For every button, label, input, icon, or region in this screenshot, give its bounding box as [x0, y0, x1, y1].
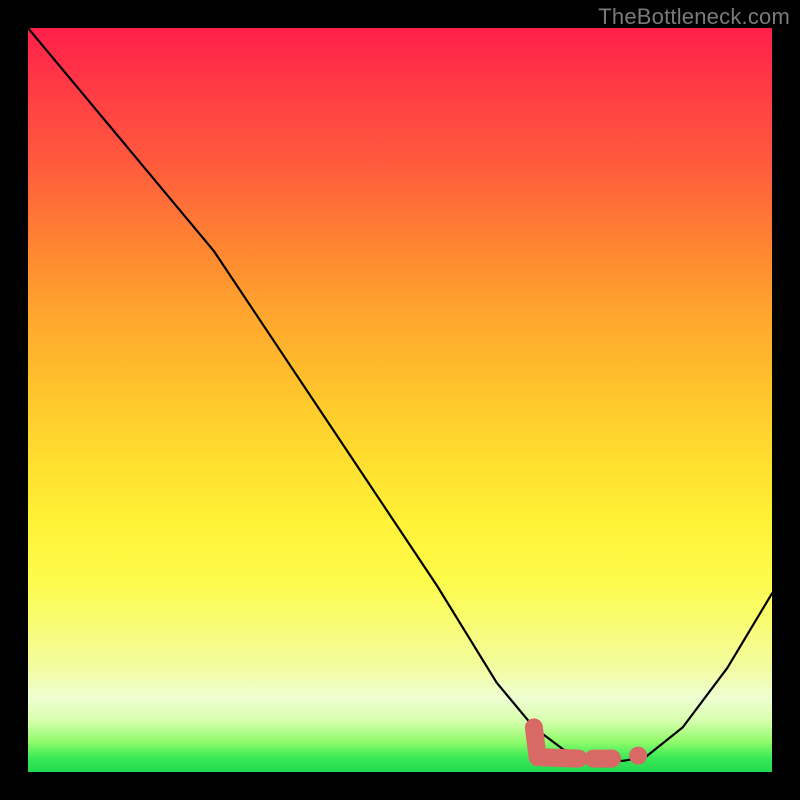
watermark-text: TheBottleneck.com: [598, 4, 790, 30]
valley-highlight-dot: [629, 747, 647, 765]
bottleneck-curve: [28, 28, 772, 761]
chart-frame: TheBottleneck.com: [0, 0, 800, 800]
plot-area: [28, 28, 772, 772]
curve-svg: [28, 28, 772, 772]
